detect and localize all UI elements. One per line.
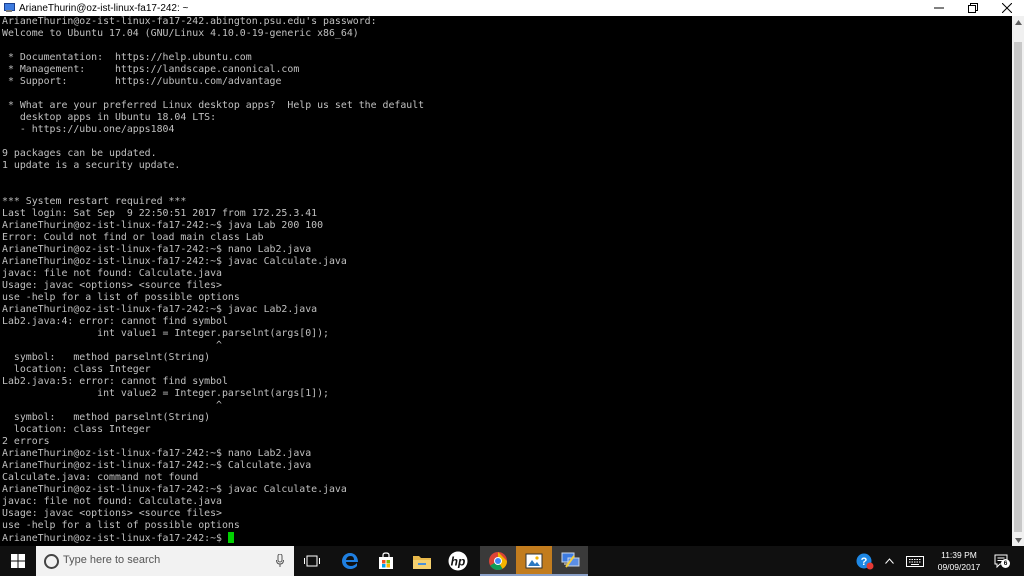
notification-count-badge: 6: [1001, 559, 1010, 568]
tray-help[interactable]: ?: [852, 546, 878, 576]
store-icon: [379, 552, 393, 569]
terminal-line: ^: [216, 400, 222, 411]
terminal-line: Usage: javac <options> <source files>: [2, 508, 222, 519]
close-icon: [1002, 3, 1012, 13]
terminal-line: Lab2.java:4: error: cannot find symbol: [2, 316, 228, 327]
taskbar-file-explorer[interactable]: [404, 546, 440, 576]
terminal-line: ArianeThurin@oz-ist-linux-fa17-242:~$ ja…: [2, 256, 347, 267]
terminal-line: int value1 = Integer.parselnt(args[0]);: [97, 328, 329, 339]
microphone-icon[interactable]: [276, 554, 284, 567]
help-icon: ?: [856, 553, 874, 570]
svg-text:hp: hp: [451, 555, 466, 569]
terminal-line: * Support: https://ubuntu.com/advantage: [7, 76, 282, 87]
putty-icon: [3, 2, 15, 14]
taskbar-photos[interactable]: [516, 546, 552, 576]
terminal-line: * Management: https://landscape.canonica…: [7, 64, 300, 75]
terminal-line: ArianeThurin@oz-ist-linux-fa17-242:~$ ja…: [2, 220, 324, 231]
terminal-line: use -help for a list of possible options: [2, 520, 240, 531]
taskbar-chrome[interactable]: [480, 546, 516, 576]
file-explorer-icon: [413, 556, 431, 569]
terminal-line: ArianeThurin@oz-ist-linux-fa17-242.abing…: [2, 16, 377, 27]
close-button[interactable]: [990, 0, 1024, 16]
taskbar-edge[interactable]: [332, 546, 368, 576]
search-placeholder: Type here to search: [63, 554, 161, 566]
terminal-line: symbol: method parselnt(String): [13, 412, 211, 423]
show-hidden-icons-button[interactable]: [880, 546, 898, 576]
terminal-line: Error: Could not find or load main class…: [2, 232, 264, 243]
terminal-line: *** System restart required ***: [2, 196, 187, 207]
cortana-icon: [44, 554, 59, 569]
chevron-up-icon: [884, 558, 894, 564]
terminal-line: Lab2.java:5: error: cannot find symbol: [2, 376, 228, 387]
window-title-bar[interactable]: ArianeThurin@oz-ist-linux-fa17-242: ~: [0, 0, 1024, 16]
terminal-line: 2 errors: [2, 436, 50, 447]
clock-time: 11:39 PM: [941, 550, 977, 560]
terminal-line: ArianeThurin@oz-ist-linux-fa17-242:~$ Ca…: [2, 460, 312, 471]
taskbar: Type here to search hp ? 11:39 PM 09/09/…: [0, 546, 1024, 576]
terminal-line: ^: [216, 340, 222, 351]
terminal-line: symbol: method parselnt(String): [13, 352, 211, 363]
keyboard-icon: [906, 555, 924, 567]
taskbar-putty[interactable]: [552, 546, 588, 576]
window-title: ArianeThurin@oz-ist-linux-fa17-242: ~: [19, 2, 189, 14]
start-button[interactable]: [0, 546, 36, 576]
tray-keyboard[interactable]: [902, 546, 928, 576]
windows-logo-icon: [11, 554, 25, 568]
terminal-line: javac: file not found: Calculate.java: [2, 268, 222, 279]
terminal-line: ArianeThurin@oz-ist-linux-fa17-242:~$ ja…: [2, 484, 347, 495]
terminal-line: Usage: javac <options> <source files>: [2, 280, 222, 291]
minimize-icon: [934, 7, 944, 9]
terminal-output[interactable]: ArianeThurin@oz-ist-linux-fa17-242.abing…: [0, 16, 1012, 546]
terminal-cursor: [227, 532, 234, 543]
taskbar-hp[interactable]: hp: [440, 546, 476, 576]
restore-button[interactable]: [956, 0, 990, 16]
terminal-line: ArianeThurin@oz-ist-linux-fa17-242:~$ na…: [2, 448, 312, 459]
taskbar-store[interactable]: [368, 546, 404, 576]
terminal-line: ArianeThurin@oz-ist-linux-fa17-242:~$ na…: [2, 244, 312, 255]
terminal-line: desktop apps in Ubuntu 18.04 LTS:: [19, 112, 217, 123]
terminal-line: javac: file not found: Calculate.java: [2, 496, 222, 507]
photos-icon: [525, 553, 543, 569]
terminal-line: location: class Integer: [13, 364, 151, 375]
putty-icon: [561, 552, 580, 568]
terminal-line: location: class Integer: [13, 424, 151, 435]
terminal-prompt: ArianeThurin@oz-ist-linux-fa17-242:~$: [2, 533, 228, 544]
terminal-line: 1 update is a security update.: [2, 160, 181, 171]
terminal-line: Last login: Sat Sep 9 22:50:51 2017 from…: [2, 208, 318, 219]
chrome-icon: [489, 552, 507, 571]
scrollbar-thumb[interactable]: [1014, 42, 1022, 532]
taskbar-search-box[interactable]: Type here to search: [36, 546, 294, 576]
terminal-line: Welcome to Ubuntu 17.04 (GNU/Linux 4.10.…: [2, 28, 359, 39]
minimize-button[interactable]: [922, 0, 956, 16]
terminal-line: Calculate.java: command not found: [2, 472, 199, 483]
terminal-scrollbar[interactable]: [1012, 16, 1024, 546]
terminal-line: * What are your preferred Linux desktop …: [7, 100, 425, 111]
scroll-down-arrow-icon[interactable]: [1012, 534, 1024, 546]
terminal-line: ArianeThurin@oz-ist-linux-fa17-242:~$ ja…: [2, 304, 318, 315]
terminal-line: use -help for a list of possible options: [2, 292, 240, 303]
scroll-up-arrow-icon[interactable]: [1012, 16, 1024, 28]
edge-icon: [342, 553, 358, 569]
terminal-line: - https://ubu.one/apps1804: [19, 124, 175, 135]
task-view-button[interactable]: [296, 546, 328, 576]
system-clock[interactable]: 11:39 PM 09/09/2017: [930, 549, 988, 573]
terminal-text: ArianeThurin@oz-ist-linux-fa17-242.abing…: [0, 16, 1012, 545]
clock-date: 09/09/2017: [937, 562, 981, 572]
hp-icon: hp: [448, 551, 468, 571]
task-view-icon: [304, 555, 320, 567]
terminal-line: 9 packages can be updated.: [2, 148, 157, 159]
restore-icon: [968, 3, 978, 13]
terminal-line: int value2 = Integer.parselnt(args[1]);: [97, 388, 329, 399]
terminal-line: * Documentation: https://help.ubuntu.com: [7, 52, 252, 63]
